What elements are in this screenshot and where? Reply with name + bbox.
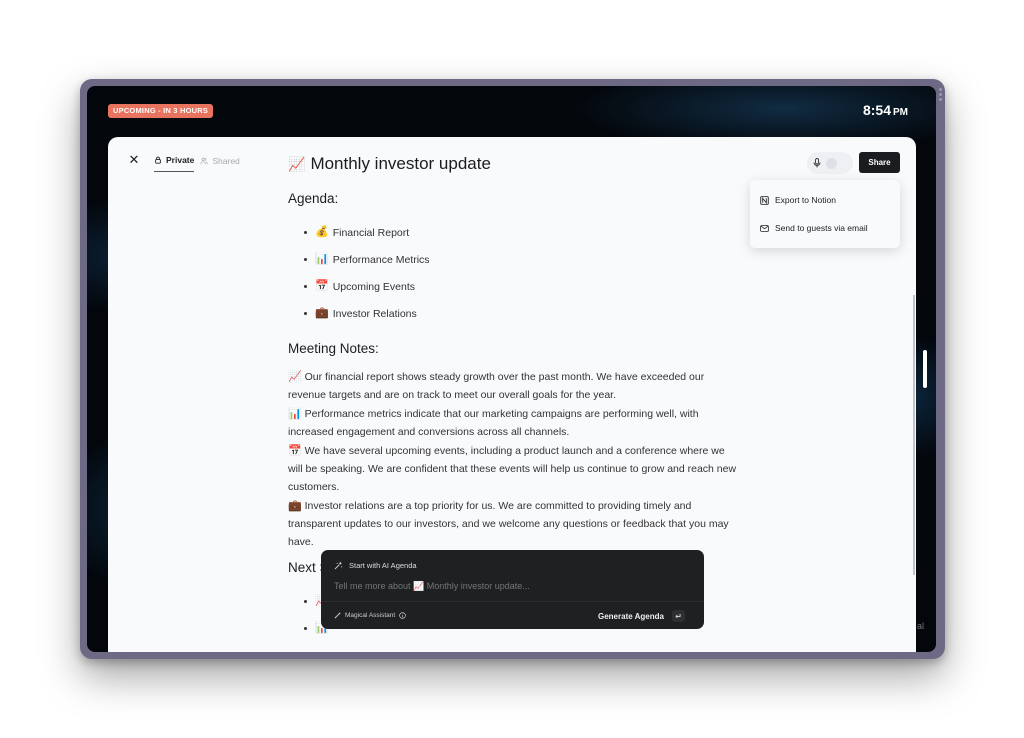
page-title-text: Monthly investor update (310, 154, 491, 173)
tab-shared[interactable]: Shared (200, 155, 240, 172)
money-bag-icon: 💰 (315, 226, 329, 238)
agenda-item: 💰 Financial Report (304, 219, 738, 246)
lock-icon (155, 156, 161, 164)
ai-prompt-input[interactable] (334, 581, 674, 591)
background-label-fragment: al (917, 621, 925, 631)
calendar-icon: 📅 (288, 445, 302, 457)
notion-icon (760, 195, 769, 205)
export-to-notion-label: Export to Notion (775, 195, 836, 205)
clock: 8:54 PM (863, 102, 908, 118)
close-button[interactable]: ✕ (128, 152, 140, 167)
agenda-item: 📊 Performance Metrics (304, 246, 738, 273)
visibility-tabs: Private Shared (154, 155, 240, 172)
info-icon[interactable] (399, 612, 406, 619)
note-paragraph: 💼 Investor relations are a top priority … (288, 497, 738, 551)
agenda-item: 📅 Upcoming Events (304, 273, 738, 300)
agenda-heading: Agenda: (288, 191, 339, 206)
ai-agenda-header: Start with AI Agenda (334, 561, 417, 570)
clock-ampm: PM (893, 107, 908, 118)
agenda-item: 💼 Investor Relations (304, 300, 738, 327)
screen: UPCOMING - IN 3 HOURS 8:54 PM al ✕ Privat… (87, 86, 936, 652)
mail-icon (760, 224, 769, 232)
ai-agenda-box: Start with AI Agenda Magical Assistant G… (321, 550, 704, 629)
agenda-list: 💰 Financial Report 📊 Performance Metrics 📅… (304, 219, 738, 327)
send-email-item[interactable]: Send to guests via email (760, 214, 890, 242)
note-text: We have several upcoming events, includi… (288, 445, 737, 493)
tab-private[interactable]: Private (154, 155, 195, 172)
export-to-notion-item[interactable]: Export to Notion (760, 186, 890, 214)
magic-wand-icon (334, 612, 341, 619)
users-icon (200, 157, 209, 164)
close-icon: ✕ (128, 152, 140, 167)
meeting-notes-heading: Meeting Notes: (288, 341, 379, 356)
bar-chart-icon: 📊 (288, 408, 302, 420)
window-handle[interactable] (939, 88, 943, 101)
divider (321, 601, 704, 602)
agenda-item-text: Financial Report (332, 226, 410, 239)
mic-toggle[interactable] (807, 152, 853, 174)
bar-chart-icon: 📊 (315, 253, 329, 265)
device-frame: UPCOMING - IN 3 HOURS 8:54 PM al ✕ Privat… (80, 79, 945, 659)
note-paragraph: 📊 Performance metrics indicate that our … (288, 405, 738, 441)
tab-private-label: Private (166, 155, 195, 165)
notes-panel: ✕ Private Shared 📈 Monthly investor upda… (108, 137, 916, 652)
page-title[interactable]: 📈 Monthly investor update (288, 154, 491, 174)
note-paragraph: 📅 We have several upcoming events, inclu… (288, 442, 738, 496)
share-menu: Export to Notion Send to guests via emai… (750, 180, 900, 248)
agenda-item-text: Investor Relations (332, 307, 417, 320)
panel-scrollbar[interactable] (913, 295, 915, 575)
magical-assistant-text: Magical Assistant (345, 612, 396, 619)
clock-time: 8:54 (862, 102, 891, 118)
magical-assistant-label: Magical Assistant (334, 612, 406, 619)
ai-agenda-title: Start with AI Agenda (349, 561, 417, 570)
chart-increasing-icon: 📈 (288, 371, 302, 383)
share-button[interactable]: Share (859, 152, 900, 173)
note-paragraph: 📈 Our financial report shows steady grow… (288, 368, 738, 404)
generate-agenda-button[interactable]: Generate Agenda ↵ (598, 610, 685, 622)
toggle-knob (826, 157, 837, 169)
enter-key-icon: ↵ (671, 610, 685, 622)
note-text: Investor relations are a top priority fo… (288, 500, 729, 548)
generate-agenda-label: Generate Agenda (598, 611, 664, 621)
tab-shared-label: Shared (212, 155, 240, 166)
note-text: Our financial report shows steady growth… (288, 371, 705, 401)
sparkles-icon (334, 561, 343, 570)
agenda-item-text: Upcoming Events (332, 280, 415, 293)
chart-increasing-icon: 📈 (288, 156, 306, 172)
upcoming-badge: UPCOMING - IN 3 HOURS (108, 104, 214, 118)
side-scroll-handle[interactable] (923, 350, 927, 388)
microphone-icon (813, 158, 821, 168)
briefcase-icon: 💼 (288, 500, 302, 512)
agenda-item-text: Performance Metrics (332, 253, 430, 266)
note-text: Performance metrics indicate that our ma… (288, 408, 699, 438)
calendar-icon: 📅 (315, 280, 329, 292)
send-email-label: Send to guests via email (775, 223, 868, 233)
briefcase-icon: 💼 (315, 307, 329, 319)
